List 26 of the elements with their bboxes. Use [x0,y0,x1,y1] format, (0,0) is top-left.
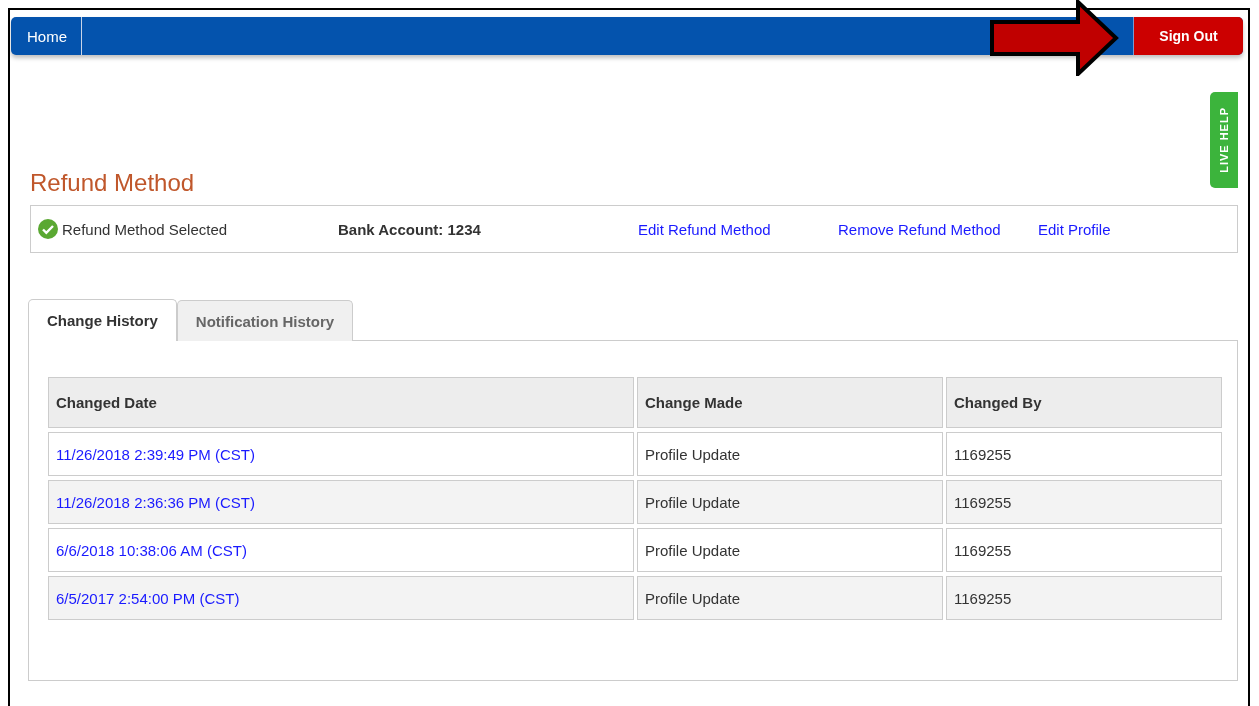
action-link[interactable]: Remove Refund Method [838,220,1001,238]
home-link[interactable]: Home [11,17,82,55]
table-cell: Profile Update [637,432,943,476]
table-cell: 1169255 [946,576,1222,620]
column-header: Change Made [637,377,943,428]
check-icon [38,219,58,239]
action-link[interactable]: Edit Refund Method [638,220,771,238]
table-cell: Profile Update [637,576,943,620]
table-cell: Profile Update [637,528,943,572]
tab[interactable]: Notification History [176,300,354,341]
sign-out-button[interactable]: Sign Out [1133,17,1243,55]
page-title: Refund Method [30,169,196,198]
date-link[interactable]: 6/6/2018 10:38:06 AM (CST) [56,541,247,559]
date-link[interactable]: 6/5/2017 2:54:00 PM (CST) [56,589,240,607]
table-cell: 1169255 [946,480,1222,524]
date-link[interactable]: 11/26/2018 2:39:49 PM (CST) [56,445,255,463]
table-cell: 1169255 [946,432,1222,476]
tab[interactable]: Change History [28,299,177,341]
status-text: Refund Method Selected [62,220,228,238]
column-header: Changed By [946,377,1222,428]
column-header: Changed Date [48,377,634,428]
date-link[interactable]: 11/26/2018 2:36:36 PM (CST) [56,493,255,511]
action-link[interactable]: Edit Profile [1038,220,1111,238]
bank-account-text: Bank Account: 1234 [338,220,481,238]
table-cell: 1169255 [946,528,1222,572]
table-cell: Profile Update [637,480,943,524]
